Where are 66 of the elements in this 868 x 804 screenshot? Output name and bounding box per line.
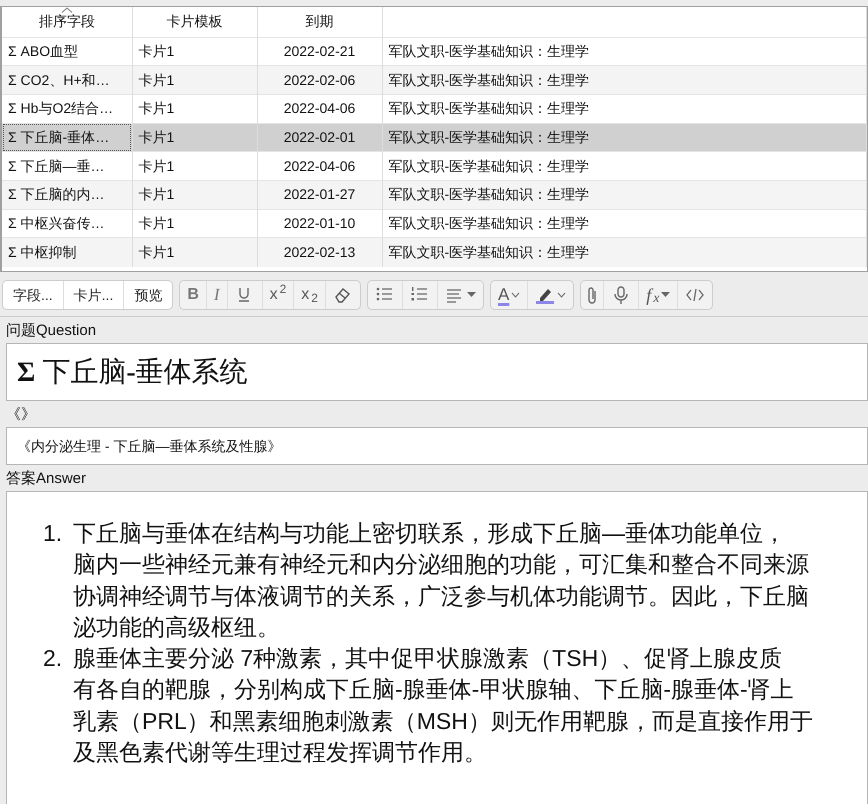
superscript-button[interactable]: x$^{2}$ xyxy=(262,281,294,309)
table-cell: 2022-01-10 xyxy=(284,214,356,231)
answer-text: 脑内一些神经元兼有神经元和内分泌细胞的功能，可汇集和整合不同来源 xyxy=(73,550,809,580)
table-cell: 军队文职-医学基础知识：生理学 xyxy=(388,244,590,260)
answer-text: 有各自的靶腺，分别构成下丘脑-腺垂体-甲状腺轴、下丘脑-腺垂体-肾上 xyxy=(73,675,795,704)
table-cell: 2022-02-21 xyxy=(284,42,356,59)
table-cell: 卡片1 xyxy=(138,244,174,260)
toolbar-button[interactable]: 预览 xyxy=(124,281,172,309)
answer-text: 协调神经调节与体液调节的关系，广泛参与机体功能调节。因此，下丘脑 xyxy=(73,582,809,611)
column-header[interactable]: 到期 xyxy=(257,7,382,37)
formula-button[interactable]: f$_{x}$ xyxy=(639,281,678,309)
toolbar-button[interactable]: 字段... xyxy=(3,281,64,309)
list-number: 2. xyxy=(43,644,64,674)
eraser-icon xyxy=(332,285,353,305)
italic-button[interactable]: I xyxy=(206,281,228,309)
caret-icon xyxy=(557,292,566,298)
text-color-button[interactable]: A xyxy=(490,281,528,309)
table-cell: 军队文职-医学基础知识：生理学 xyxy=(388,214,590,231)
answer-text: 腺垂体主要分泌 7种激素，其中促甲状腺激素（TSH）、促肾上腺皮质 xyxy=(73,644,784,674)
table-cell: Σ CO2、H+和… xyxy=(8,72,110,88)
table-cell: Σ 中枢兴奋传… xyxy=(8,214,105,231)
table-cell: Σ 下丘脑—垂… xyxy=(8,158,105,174)
table-cell: 卡片1 xyxy=(138,128,174,145)
column-header[interactable]: 排序字段 xyxy=(2,7,132,37)
caret-icon xyxy=(511,292,520,298)
table-cell: 卡片1 xyxy=(138,42,174,59)
table-cell: Σ 下丘脑的内… xyxy=(8,186,105,202)
table-cell: 军队文职-医学基础知识：生理学 xyxy=(388,158,590,174)
answer-text: 及黑色素代谢等生理过程发挥调节作用。 xyxy=(73,738,488,767)
table-cell: 军队文职-医学基础知识：生理学 xyxy=(388,42,590,59)
field-label: 答案Answer xyxy=(5,469,88,489)
table-cell: 卡片1 xyxy=(138,186,174,202)
table-cell: Σ 下丘脑-垂体… xyxy=(8,128,110,145)
input-field[interactable]: 《内分泌生理 - 下丘脑—垂体系统及性腺》 xyxy=(6,427,868,465)
caret-icon xyxy=(466,292,476,298)
table-cell: 2022-04-06 xyxy=(284,100,356,116)
table-cell: 卡片1 xyxy=(138,100,174,116)
table-cell: Σ ABO血型 xyxy=(8,42,78,59)
subscript-button[interactable]: x$_{2}$ xyxy=(294,281,326,309)
answer-field[interactable] xyxy=(6,491,868,804)
answer-text: 乳素（PRL）和黑素细胞刺激素（MSH）则无作用靶腺，而是直接作用于 xyxy=(73,706,813,736)
paperclip-icon xyxy=(588,286,596,304)
table-cell: 卡片1 xyxy=(138,158,174,174)
input-field[interactable]: Σ 下丘脑-垂体系统 xyxy=(6,343,868,401)
bold-button[interactable]: B xyxy=(180,281,207,309)
toolbar-button[interactable]: 卡片... xyxy=(64,281,124,309)
answer-text: 下丘脑与垂体在结构与功能上密切联系，形成下丘脑—垂体功能单位， xyxy=(73,519,787,548)
field-label: 《》 xyxy=(5,405,37,425)
table-cell: 2022-02-13 xyxy=(284,244,356,260)
table-cell: Σ Hb与O2结合… xyxy=(8,100,114,116)
table-cell: 2022-02-06 xyxy=(284,72,356,88)
field-label: 问题Question xyxy=(5,321,98,341)
table-cell: 军队文职-医学基础知识：生理学 xyxy=(388,186,590,202)
table-cell: 卡片1 xyxy=(138,72,174,88)
table-cell: Σ 中枢抑制 xyxy=(8,244,77,260)
table-cell: 2022-02-01 xyxy=(284,128,356,145)
table-cell: 2022-04-06 xyxy=(284,158,356,174)
caret-icon xyxy=(661,292,670,298)
table-cell: 卡片1 xyxy=(138,214,174,231)
table-cell: 2022-01-27 xyxy=(284,186,356,202)
column-header[interactable]: 卡片模板 xyxy=(132,7,257,37)
table-cell: 军队文职-医学基础知识：生理学 xyxy=(388,128,590,145)
table-cell: 军队文职-医学基础知识：生理学 xyxy=(388,100,590,116)
table-cell: 军队文职-医学基础知识：生理学 xyxy=(388,72,590,88)
answer-text: 泌功能的高级枢纽。 xyxy=(73,612,281,642)
list-number: 1. xyxy=(43,519,64,548)
